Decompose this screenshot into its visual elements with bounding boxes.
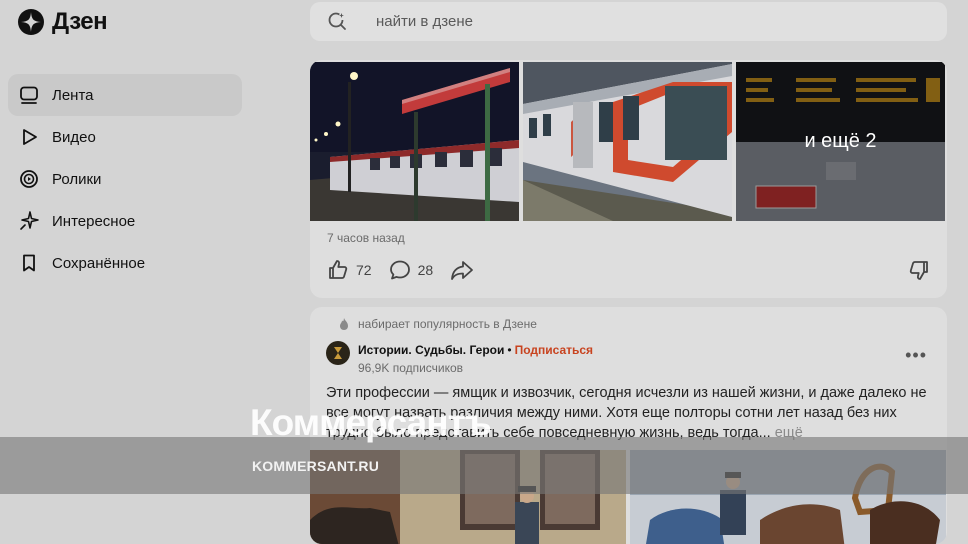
sparkle-icon [18, 210, 40, 232]
search-icon[interactable] [326, 10, 348, 32]
zen-logo-icon [18, 9, 44, 35]
flame-icon [340, 318, 348, 330]
shorts-icon [18, 168, 40, 190]
search-input[interactable] [376, 2, 916, 41]
nav-item-interesting[interactable]: Интересное [8, 200, 242, 242]
nav-item-label: Видео [52, 128, 96, 146]
nav-item-saved[interactable]: Сохранённое [8, 242, 242, 284]
watermark-logo: Коммерсантъ [250, 402, 492, 443]
comment-icon [389, 260, 410, 280]
nav-item-label: Лента [52, 86, 94, 104]
bookmark-icon [18, 252, 40, 274]
thumbs-down-icon [909, 261, 928, 280]
play-icon [18, 126, 40, 148]
more-photos-label[interactable]: и ещё 2 [736, 62, 945, 221]
channel-name[interactable]: Истории. Судьбы. Герои [358, 343, 504, 357]
channel-info: Истории. Судьбы. Герои • Подписаться 96,9K… [326, 341, 593, 375]
nav-item-shorts[interactable]: Ролики [8, 158, 242, 200]
separator: • [507, 343, 512, 357]
like-count: 72 [356, 262, 372, 278]
more-options-icon[interactable]: ••• [905, 345, 927, 366]
photo-departure-board[interactable]: и ещё 2 [736, 62, 945, 221]
nav-item-feed[interactable]: Лента [8, 74, 242, 116]
feed-card-photos[interactable]: и ещё 2 7 часов назад 72 28 [310, 60, 947, 298]
trending-text: набирает популярность в Дзене [358, 317, 537, 331]
post-actions: 72 28 [326, 256, 491, 284]
trending-label: набирает популярность в Дзене [338, 317, 537, 331]
thumbs-up-icon [329, 260, 348, 279]
main-nav: Лента Видео Ролики Интересное Сохранённо… [8, 74, 242, 284]
post-timestamp: 7 часов назад [327, 231, 405, 245]
subscribe-button[interactable]: Подписаться [515, 343, 593, 357]
photo-gallery: и ещё 2 [310, 62, 947, 221]
comment-count: 28 [417, 262, 434, 278]
feed-icon [18, 84, 40, 106]
nav-item-label: Интересное [52, 212, 136, 230]
comment-button[interactable]: 28 [388, 258, 434, 282]
subscriber-count: 96,9K подписчиков [358, 361, 464, 375]
watermark-url: KOMMERSANT.RU [252, 458, 380, 474]
share-icon [451, 261, 474, 280]
search-bar [310, 2, 947, 41]
nav-item-label: Ролики [52, 170, 102, 188]
channel-avatar[interactable] [326, 341, 350, 365]
share-button[interactable] [449, 258, 475, 282]
brand-name: Дзен [52, 8, 108, 35]
like-button[interactable]: 72 [326, 258, 372, 282]
logo[interactable]: Дзен [18, 8, 108, 36]
nav-item-label: Сохранённое [52, 254, 146, 272]
photo-station-night[interactable] [310, 62, 519, 221]
photo-train-side[interactable] [523, 62, 732, 221]
hourglass-icon [334, 347, 342, 359]
dislike-button[interactable] [907, 258, 931, 287]
nav-item-video[interactable]: Видео [8, 116, 242, 158]
watermark-band [0, 437, 968, 494]
